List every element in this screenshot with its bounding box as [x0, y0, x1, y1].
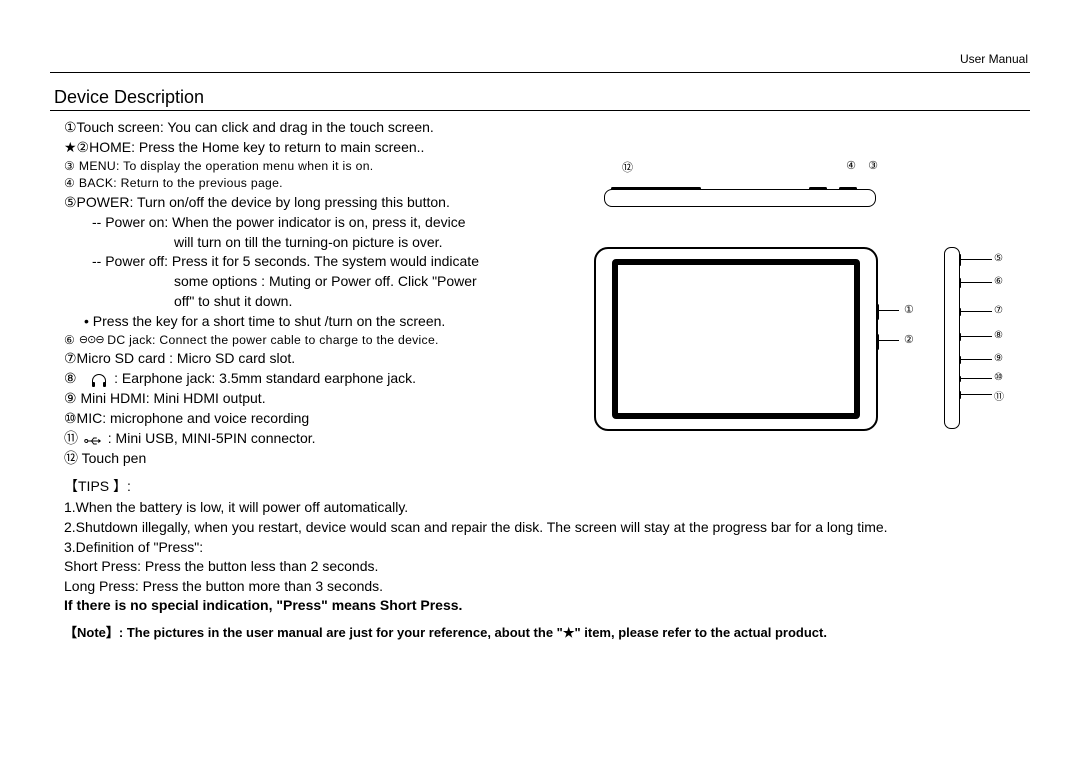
desc-line: ⑥ ⊖⊙⊖ DC jack: Connect the power cable t… [64, 332, 584, 348]
callout-12: ⑫ [622, 159, 633, 175]
desc-line: ⑤POWER: Turn on/off the device by long p… [64, 193, 584, 212]
callout-2: ② [904, 333, 914, 346]
dc-jack-icon: ⊖⊙⊖ [79, 333, 104, 348]
desc-line: ⑨ Mini HDMI: Mini HDMI output. [64, 389, 584, 408]
callout-8: ⑧ [994, 330, 1003, 341]
desc-line: ⑪ : Mini USB, MINI-5PIN connector. [64, 429, 584, 448]
callout-4: ④ [846, 159, 856, 172]
device-top-view: ⑫ ④ ③ [604, 177, 894, 207]
desc-text: : Mini USB, MINI-5PIN connector. [108, 430, 316, 446]
tips-line: Short Press: Press the button less than … [64, 557, 1030, 577]
callout-7: ⑦ [994, 305, 1003, 316]
device-front-view: ① ② ⑤ ⑥ [594, 247, 984, 447]
desc-line: -- Power off: Press it for 5 seconds. Th… [64, 252, 584, 271]
desc-line: ⑩MIC: microphone and voice recording [64, 409, 584, 428]
headphone-icon [92, 374, 106, 385]
desc-line: -- Power on: When the power indicator is… [64, 213, 584, 232]
description-column: ①Touch screen: You can click and drag in… [50, 117, 584, 469]
desc-line: off" to shut it down. [64, 292, 584, 311]
usb-icon [84, 433, 102, 445]
tips-line: 1.When the battery is low, it will power… [64, 498, 1030, 518]
title-divider [50, 110, 1030, 111]
number-8: ⑧ [64, 370, 77, 386]
number-6: ⑥ [64, 333, 75, 347]
tips-line: 2.Shutdown illegally, when you restart, … [64, 518, 1030, 538]
tips-bold: If there is no special indication, "Pres… [64, 596, 1030, 616]
note-line: 【Note】: The pictures in the user manual … [50, 622, 1030, 641]
callout-6: ⑥ [994, 276, 1003, 287]
figure-column: ⑫ ④ ③ ① ② [584, 117, 1030, 447]
desc-line: some options : Muting or Power off. Clic… [64, 272, 584, 291]
desc-line: ①Touch screen: You can click and drag in… [64, 118, 584, 137]
desc-line: ④ BACK: Return to the previous page. [64, 175, 584, 191]
desc-line: ③ MENU: To display the operation menu wh… [64, 158, 584, 174]
tips-block: 【TIPS 】: 1.When the battery is low, it w… [50, 477, 1030, 616]
section-title: Device Description [50, 73, 1030, 110]
callout-9: ⑨ [994, 353, 1003, 364]
callout-1: ① [904, 303, 914, 316]
callout-5: ⑤ [994, 253, 1003, 264]
desc-line: ⑧ : Earphone jack: 3.5mm standard earpho… [64, 369, 584, 388]
callout-11: ⑪ [994, 388, 1004, 403]
tips-title: 【TIPS 】: [64, 477, 1030, 497]
device-side-view: ⑤ ⑥ ⑦ ⑧ ⑨ ⑩ ⑪ [944, 247, 1014, 432]
desc-line: ⑦Micro SD card : Micro SD card slot. [64, 349, 584, 368]
desc-text: DC jack: Connect the power cable to char… [107, 333, 438, 347]
header-label: User Manual [50, 40, 1030, 72]
desc-text: : Earphone jack: 3.5mm standard earphone… [114, 370, 416, 386]
desc-line: ⑫ Touch pen [64, 449, 584, 468]
callout-10: ⑩ [994, 372, 1003, 383]
desc-line: Press the key for a short time to shut /… [64, 312, 584, 331]
callout-3: ③ [868, 159, 878, 172]
tips-line: 3.Definition of "Press": [64, 538, 1030, 558]
number-11: ⑪ [64, 430, 78, 446]
tips-line: Long Press: Press the button more than 3… [64, 577, 1030, 597]
desc-line: will turn on till the turning-on picture… [64, 233, 584, 252]
desc-line: ★②HOME: Press the Home key to return to … [64, 138, 584, 157]
